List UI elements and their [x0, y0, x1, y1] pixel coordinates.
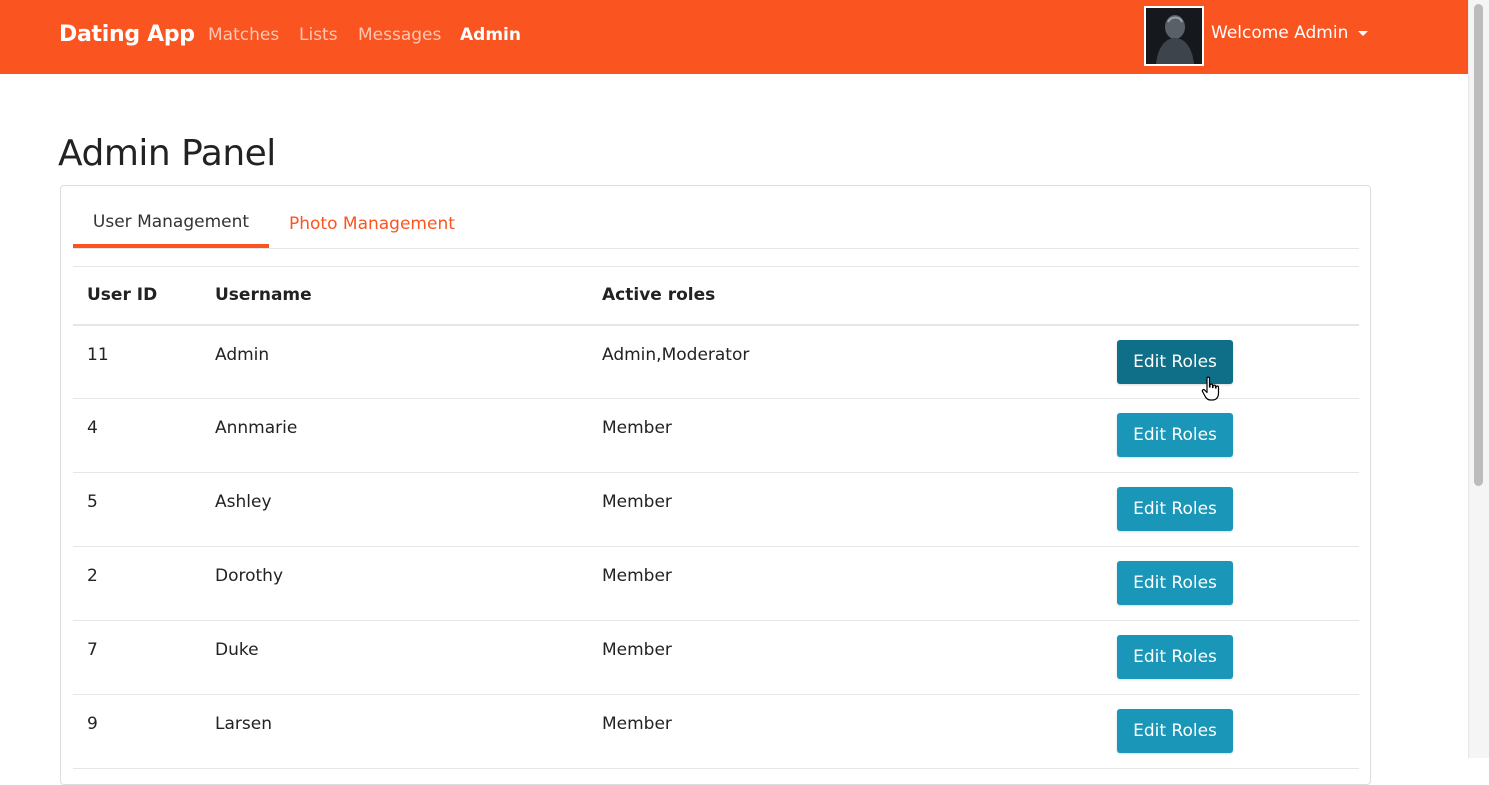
cell-actions: Edit Roles — [1103, 620, 1359, 695]
edit-roles-button[interactable]: Edit Roles — [1117, 561, 1233, 605]
active-roles: Member — [602, 492, 672, 512]
edit-roles-button[interactable]: Edit Roles — [1117, 487, 1233, 531]
cell-username: Larsen — [201, 694, 588, 769]
cell-roles: Member — [588, 472, 1103, 547]
table-row: 5 Ashley Member Edit Roles — [73, 472, 1359, 547]
cell-username: Admin — [201, 324, 588, 399]
user-avatar[interactable] — [1144, 6, 1204, 66]
nav-link-messages[interactable]: Messages — [358, 24, 441, 46]
header-user-id: User ID — [73, 266, 201, 326]
cell-user-id: 4 — [73, 398, 201, 473]
cell-username: Dorothy — [201, 546, 588, 621]
cell-user-id: 2 — [73, 546, 201, 621]
active-roles: Member — [602, 640, 672, 660]
page-title: Admin Panel — [58, 133, 276, 174]
table-row: 4 Annmarie Member Edit Roles — [73, 398, 1359, 473]
cell-username: Duke — [201, 620, 588, 695]
cell-actions: Edit Roles — [1103, 694, 1359, 769]
tab-photo-management[interactable]: Photo Management — [289, 198, 455, 248]
top-navbar: Dating App Matches Lists Messages Admin … — [0, 0, 1468, 74]
user-id: 4 — [87, 418, 98, 438]
user-id: 2 — [87, 566, 98, 586]
edit-roles-button[interactable]: Edit Roles — [1117, 413, 1233, 457]
username: Duke — [215, 640, 259, 660]
cell-user-id: 9 — [73, 694, 201, 769]
scrollbar-thumb[interactable] — [1474, 4, 1483, 486]
tab-bar: User Management Photo Management — [73, 198, 1359, 249]
nav-link-admin[interactable]: Admin — [460, 24, 521, 46]
table-header-row: User ID Username Active roles — [73, 266, 1359, 326]
username: Admin — [215, 344, 270, 365]
cell-actions: Edit Roles — [1103, 546, 1359, 621]
user-id: 7 — [87, 640, 98, 660]
active-roles: Member — [602, 714, 672, 734]
header-active-roles: Active roles — [588, 266, 1103, 326]
username: Annmarie — [215, 418, 298, 438]
username: Dorothy — [215, 566, 284, 586]
header-actions — [1103, 266, 1359, 326]
active-roles: Member — [602, 566, 672, 586]
active-roles: Admin,Moderator — [602, 344, 750, 365]
hand-pointer-icon — [1201, 376, 1220, 401]
cell-roles: Member — [588, 546, 1103, 621]
username: Larsen — [215, 714, 272, 734]
nav-link-matches[interactable]: Matches — [208, 24, 279, 46]
header-username: Username — [201, 266, 588, 326]
cell-roles: Admin,Moderator — [588, 324, 1103, 399]
edit-roles-button[interactable]: Edit Roles — [1117, 709, 1233, 753]
page-scrollbar[interactable] — [1468, 0, 1489, 758]
username: Ashley — [215, 492, 272, 512]
table-row: 9 Larsen Member Edit Roles — [73, 694, 1359, 769]
table-row: 2 Dorothy Member Edit Roles — [73, 546, 1359, 621]
brand-logo[interactable]: Dating App — [59, 20, 195, 50]
nav-link-lists[interactable]: Lists — [299, 24, 338, 46]
users-table: User ID Username Active roles 11 Admin A… — [73, 266, 1359, 769]
cell-username: Annmarie — [201, 398, 588, 473]
cell-actions: Edit Roles — [1103, 398, 1359, 473]
cell-roles: Member — [588, 694, 1103, 769]
user-id: 5 — [87, 492, 98, 512]
welcome-text: Welcome Admin — [1211, 23, 1349, 43]
user-id: 9 — [87, 714, 98, 734]
caret-down-icon — [1358, 30, 1369, 36]
cell-user-id: 7 — [73, 620, 201, 695]
avatar-image — [1146, 8, 1202, 64]
edit-roles-button[interactable]: Edit Roles — [1117, 635, 1233, 679]
admin-panel-card: User Management Photo Management User ID… — [60, 185, 1371, 785]
user-id: 11 — [87, 344, 109, 365]
cell-roles: Member — [588, 620, 1103, 695]
table-row: 11 Admin Admin,Moderator Edit Roles — [73, 324, 1359, 399]
active-roles: Member — [602, 418, 672, 438]
table-row: 7 Duke Member Edit Roles — [73, 620, 1359, 695]
cell-roles: Member — [588, 398, 1103, 473]
cell-user-id: 11 — [73, 324, 201, 399]
tab-user-management[interactable]: User Management — [73, 198, 269, 248]
cell-username: Ashley — [201, 472, 588, 547]
cell-actions: Edit Roles — [1103, 324, 1359, 399]
cell-user-id: 5 — [73, 472, 201, 547]
cell-actions: Edit Roles — [1103, 472, 1359, 547]
user-menu-toggle[interactable]: Welcome Admin — [1211, 22, 1369, 44]
